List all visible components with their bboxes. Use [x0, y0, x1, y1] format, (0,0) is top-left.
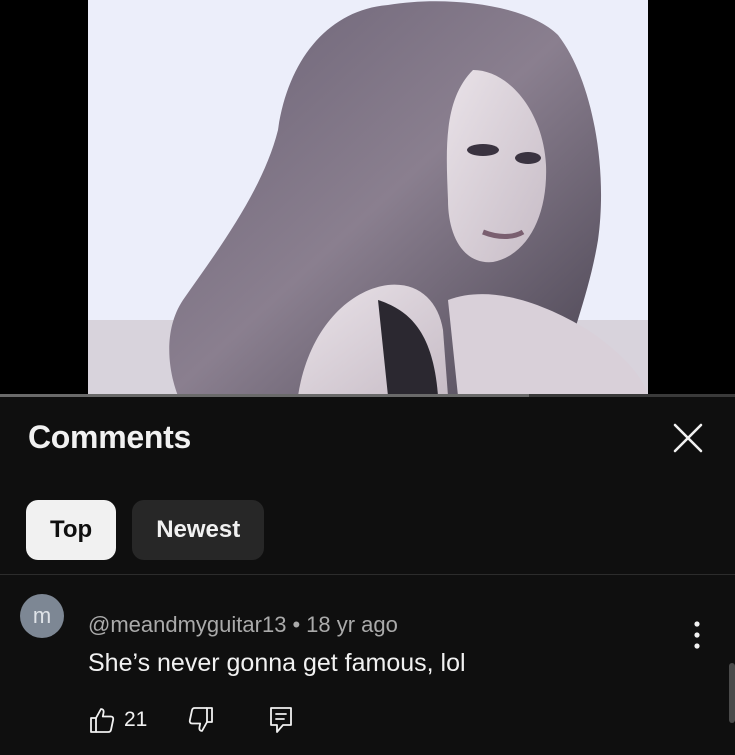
- thumbs-up-icon: [90, 708, 115, 733]
- video-thumbnail-image: [88, 0, 648, 396]
- scrollbar[interactable]: [729, 663, 735, 723]
- dislike-button[interactable]: [187, 706, 215, 734]
- like-count: 21: [124, 708, 148, 731]
- close-icon: [673, 423, 703, 453]
- comment-item: m @meandmyguitar13 • 18 yr ago She’s never…: [0, 575, 735, 755]
- reply-icon: [270, 707, 293, 733]
- comment-age: 18 yr ago: [306, 612, 398, 637]
- comments-panel: Comments Top Newest m @meandmyguitar13 • 1…: [0, 397, 735, 755]
- sort-chip-top[interactable]: Top: [26, 500, 117, 560]
- video-player[interactable]: [0, 0, 735, 397]
- thumbs-down-icon: [189, 707, 214, 732]
- meta-separator: •: [292, 612, 301, 637]
- comment-text: She’s never gonna get famous, lol: [88, 649, 466, 677]
- video-frame[interactable]: [88, 0, 648, 396]
- sort-chips: Top Newest: [26, 500, 265, 560]
- reply-button[interactable]: [267, 705, 295, 735]
- comments-title: Comments: [28, 419, 191, 455]
- close-button[interactable]: [671, 421, 705, 455]
- more-vert-icon: [694, 621, 700, 649]
- like-button[interactable]: 21: [88, 706, 147, 734]
- comment-actions: 21: [88, 705, 295, 735]
- comment-more-button[interactable]: [687, 617, 707, 653]
- sort-chip-newest[interactable]: Newest: [132, 500, 265, 560]
- comment-author[interactable]: @meandmyguitar13: [88, 612, 286, 637]
- avatar[interactable]: m: [20, 594, 64, 638]
- comment-meta: @meandmyguitar13 • 18 yr ago: [88, 612, 398, 638]
